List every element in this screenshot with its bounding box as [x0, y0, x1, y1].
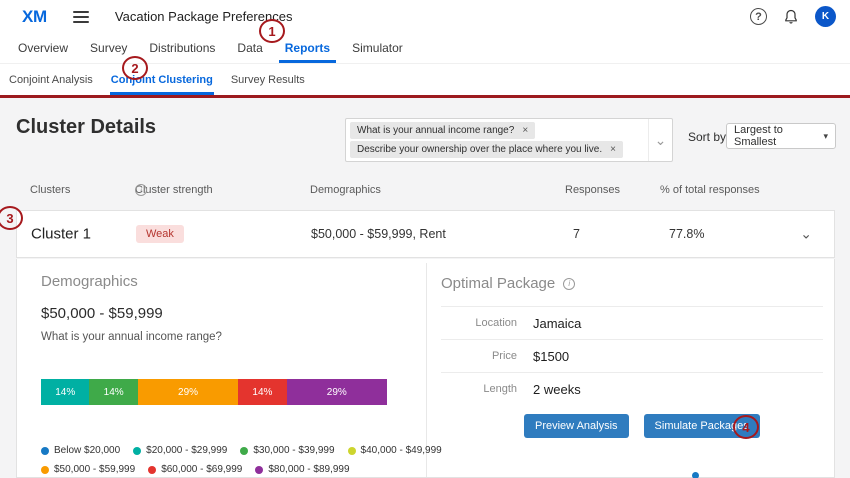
bar-segment: 29%: [138, 379, 238, 405]
subtab-conjoint-analysis[interactable]: Conjoint Analysis: [8, 65, 94, 95]
package-value: Jamaica: [533, 316, 581, 331]
tab-simulator[interactable]: Simulator: [350, 33, 405, 63]
legend-label: $30,000 - $39,999: [253, 445, 334, 456]
annotation-circle-2: 2: [122, 56, 148, 80]
legend-item: $40,000 - $49,999: [348, 445, 442, 456]
package-label: Length: [441, 383, 533, 395]
legend-item: $20,000 - $29,999: [133, 445, 227, 456]
info-icon[interactable]: i: [563, 278, 575, 290]
legend-item: $60,000 - $69,999: [148, 464, 242, 475]
package-label: Price: [441, 350, 533, 362]
tab-reports[interactable]: Reports: [283, 33, 332, 63]
chevron-down-icon[interactable]: ⌄: [648, 119, 672, 161]
package-row: Location Jamaica: [441, 306, 823, 339]
column-header-clusters: Clusters: [30, 184, 70, 196]
column-header-responses: Responses: [565, 184, 620, 196]
cluster-responses: 7: [573, 227, 580, 241]
chart-legend: Below $20,000 $20,000 - $29,999 $30,000 …: [41, 445, 441, 478]
package-row: Price $1500: [441, 339, 823, 372]
legend-row: $50,000 - $59,999 $60,000 - $69,999 $80,…: [41, 464, 441, 475]
package-row: Length 2 weeks: [441, 372, 823, 405]
notifications-icon[interactable]: [783, 9, 799, 25]
sort-by-label: Sort by: [688, 130, 726, 144]
filter-chip-label: Describe your ownership over the place w…: [357, 144, 602, 155]
remove-chip-icon[interactable]: ×: [610, 145, 616, 155]
optimal-package-heading: Optimal Package i: [441, 275, 575, 292]
filter-chip-label: What is your annual income range?: [357, 125, 514, 136]
filter-chip: What is your annual income range? ×: [350, 122, 535, 139]
optimal-package-title: Optimal Package: [441, 275, 555, 292]
xm-logo: XM: [22, 7, 47, 27]
legend-row: Below $20,000 $20,000 - $29,999 $30,000 …: [41, 445, 441, 456]
legend-label: $50,000 - $59,999: [54, 464, 135, 475]
legend-dot: [41, 466, 49, 474]
package-value: 2 weeks: [533, 382, 581, 397]
bar-segment: 14%: [238, 379, 286, 405]
demographics-question: What is your annual income range?: [41, 331, 222, 343]
cluster-row[interactable]: Cluster 1 Weak $50,000 - $59,999, Rent 7…: [16, 210, 835, 258]
info-icon[interactable]: i: [135, 184, 147, 196]
legend-item: $80,000 - $89,999: [255, 464, 349, 475]
legend-dot: [148, 466, 156, 474]
bar-segment: 14%: [89, 379, 137, 405]
remove-chip-icon[interactable]: ×: [522, 126, 528, 136]
cluster-demographics: $50,000 - $59,999, Rent: [311, 227, 446, 241]
annotation-red-line: [0, 95, 850, 98]
annotation-circle-1: 1: [259, 19, 285, 43]
caret-down-icon: ▾: [823, 131, 828, 142]
bar-segment: 14%: [41, 379, 89, 405]
topbar-actions: ? K: [750, 6, 836, 27]
app-window: XM Vacation Package Preferences ? K Over…: [0, 0, 850, 478]
chevron-down-icon[interactable]: ⌄: [800, 226, 812, 243]
demographics-value: $50,000 - $59,999: [41, 305, 163, 322]
legend-dot: [133, 447, 141, 455]
column-header-percent: % of total responses: [660, 184, 760, 196]
topbar: XM Vacation Package Preferences ? K: [0, 0, 850, 33]
legend-label: $40,000 - $49,999: [361, 445, 442, 456]
legend-label: $20,000 - $29,999: [146, 445, 227, 456]
bar-segment: 29%: [287, 379, 387, 405]
tab-overview[interactable]: Overview: [16, 33, 70, 63]
legend-dot: [348, 447, 356, 455]
legend-item: $30,000 - $39,999: [240, 445, 334, 456]
filter-chip: Describe your ownership over the place w…: [350, 141, 623, 158]
table-header: Clusters Cluster strength i Demographics…: [16, 184, 835, 200]
filter-chips: What is your annual income range? × Desc…: [350, 122, 642, 158]
legend-dot: [255, 466, 263, 474]
tab-distributions[interactable]: Distributions: [147, 33, 217, 63]
tab-survey[interactable]: Survey: [88, 33, 129, 63]
package-label: Location: [441, 317, 533, 329]
cluster-detail-panel: Demographics $50,000 - $59,999 What is y…: [16, 259, 835, 478]
column-header-demographics: Demographics: [310, 184, 381, 196]
main-content: Cluster Details What is your annual inco…: [0, 98, 850, 478]
page-title: Cluster Details: [16, 116, 156, 139]
menu-icon[interactable]: [73, 11, 89, 23]
sort-value: Largest to Smallest: [734, 124, 823, 148]
legend-label: $80,000 - $89,999: [268, 464, 349, 475]
legend-dot: [41, 447, 49, 455]
strength-badge: Weak: [136, 225, 184, 243]
legend-item: $50,000 - $59,999: [41, 464, 135, 475]
filter-select[interactable]: What is your annual income range? × Desc…: [345, 118, 673, 162]
preview-analysis-button[interactable]: Preview Analysis: [524, 414, 629, 438]
legend-label: Below $20,000: [54, 445, 120, 456]
legend-dot: [240, 447, 248, 455]
cluster-name: Cluster 1: [31, 226, 91, 243]
clipped-legend-dot: [692, 472, 699, 478]
annotation-circle-4: 4: [733, 415, 759, 439]
cluster-percent: 77.8%: [669, 227, 704, 241]
legend-item: Below $20,000: [41, 445, 120, 456]
avatar[interactable]: K: [815, 6, 836, 27]
panel-buttons: Preview Analysis Simulate Packages: [524, 414, 760, 438]
demographics-heading: Demographics: [41, 273, 138, 290]
optimal-package-rows: Location Jamaica Price $1500 Length 2 we…: [441, 306, 823, 405]
legend-label: $60,000 - $69,999: [161, 464, 242, 475]
help-icon[interactable]: ?: [750, 8, 767, 25]
income-distribution-bar: 14%14%29%14%29%: [41, 379, 387, 405]
package-value: $1500: [533, 349, 569, 364]
sort-dropdown[interactable]: Largest to Smallest ▾: [726, 123, 836, 149]
subtab-survey-results[interactable]: Survey Results: [230, 65, 306, 95]
